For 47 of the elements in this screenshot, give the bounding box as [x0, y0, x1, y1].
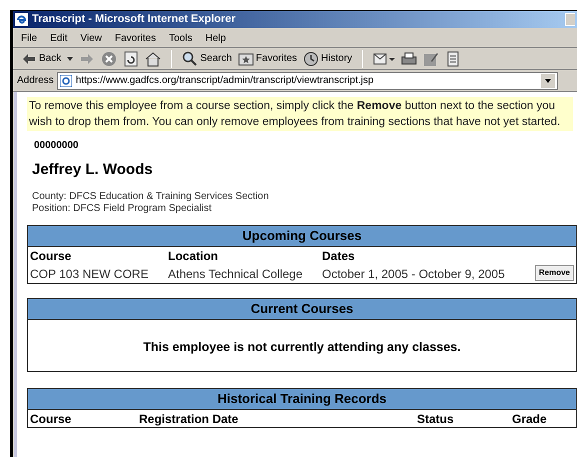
column-header: Course: [30, 410, 72, 428]
dropdown-arrow-icon[interactable]: [67, 56, 74, 60]
menu-item[interactable]: Favorites: [114, 31, 156, 46]
search-button[interactable]: Search: [182, 50, 232, 66]
printer-icon[interactable]: [401, 50, 418, 66]
remove-button[interactable]: Remove: [534, 264, 574, 280]
search-icon: [182, 50, 198, 66]
favorites-button[interactable]: Favorites: [238, 50, 298, 66]
column-header: Grade: [512, 410, 548, 428]
star-folder-icon: [238, 50, 254, 66]
menu-item[interactable]: Help: [205, 31, 226, 46]
url-text: https://www.gadfcs.org/transcript/admin/transcript/viewtranscript.jsp: [76, 74, 375, 88]
edit-icon[interactable]: [423, 50, 440, 66]
history-button[interactable]: History: [303, 50, 352, 66]
column-header: Registration Date: [139, 410, 240, 428]
address-field[interactable]: https://www.gadfcs.org/transcript/admin/transcript/viewtranscript.jsp: [56, 72, 558, 90]
table-cell-text: Athens Technical College: [168, 266, 304, 282]
menu-item[interactable]: Tools: [168, 31, 192, 46]
column-header: Course: [30, 248, 72, 264]
stop-icon[interactable]: [101, 50, 118, 66]
table-cell-text: October 1, 2005 - October 9, 2005: [322, 266, 506, 282]
section-header: Current Courses: [28, 298, 576, 320]
mail-icon[interactable]: [373, 50, 396, 66]
refresh-icon[interactable]: [123, 50, 140, 66]
table-cell-text: COP 103 NEW CORE: [30, 266, 150, 282]
browser-icon: [15, 13, 28, 26]
document-icon[interactable]: [445, 50, 462, 66]
menu-item[interactable]: Edit: [50, 31, 68, 46]
instructions-text: To remove this employee from a course section, simply click the Remove button next to the section you wish to drop them from. You can only remove employees from training sections that have not yet started.: [27, 97, 573, 131]
column-header: Status: [417, 410, 455, 428]
empty-message: This employee is not currently attending any classes.: [143, 338, 461, 356]
home-icon[interactable]: [145, 50, 162, 66]
section-header: Historical Training Records: [28, 388, 576, 410]
page-icon: [60, 74, 72, 86]
window-title: Transcript - Microsoft Internet Explorer: [32, 12, 236, 28]
history-icon: [303, 50, 320, 66]
column-header: Location: [168, 248, 219, 264]
menu-item[interactable]: File: [21, 31, 38, 46]
menu-item[interactable]: View: [80, 31, 102, 46]
back-button[interactable]: Back: [21, 50, 74, 66]
column-header: Dates: [322, 248, 356, 264]
address-label: Address: [17, 74, 54, 88]
employee-id: 00000000: [34, 139, 78, 153]
county-text: County: DFCS Education & Training Services Section: [32, 190, 269, 202]
position-text: Position: DFCS Field Program Specialist: [32, 202, 212, 214]
employee-name: Jeffrey L. Woods: [32, 160, 153, 180]
section-header: Upcoming Courses: [28, 226, 576, 246]
